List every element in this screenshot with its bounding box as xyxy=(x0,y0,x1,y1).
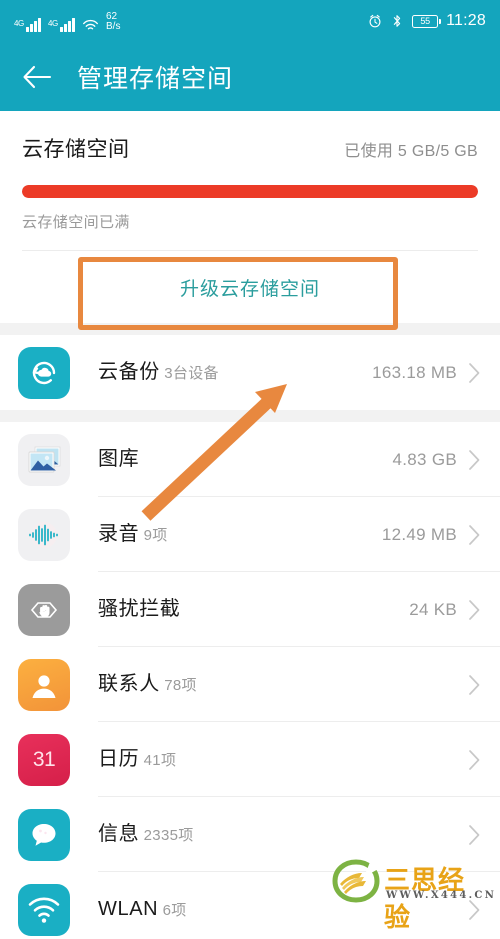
signal-sim2-label: 4G xyxy=(48,19,58,28)
watermark-url: WWW.X444.CN xyxy=(386,890,497,901)
list-item-value: 24 KB xyxy=(409,599,457,619)
list-item-subtitle: 41项 xyxy=(143,752,177,769)
list-item-subtitle: 6项 xyxy=(162,902,187,919)
chevron-right-icon xyxy=(469,824,480,845)
recorder-icon xyxy=(18,508,70,561)
storage-progress-fill xyxy=(22,185,478,198)
watermark-logo-icon xyxy=(332,859,380,903)
status-bar-right: 55 11:28 xyxy=(368,0,486,42)
list-item-value: 4.83 GB xyxy=(392,449,457,469)
list-item-title: 信息 xyxy=(98,823,140,845)
block-icon xyxy=(18,583,70,636)
bluetooth-icon xyxy=(390,14,404,28)
list-item-subtitle: 9项 xyxy=(143,527,168,544)
battery-icon: 55 xyxy=(412,14,442,28)
section-gap-2 xyxy=(0,410,500,422)
wifi-icon xyxy=(82,19,99,32)
list-item-subtitle: 2335项 xyxy=(143,827,194,844)
list-item[interactable]: 31 日历 41项 xyxy=(0,722,500,797)
cloud-backup-icon xyxy=(18,346,70,399)
battery-level: 55 xyxy=(420,16,430,26)
list-item-title: WLAN xyxy=(98,898,159,920)
calendar-icon: 31 xyxy=(18,733,70,786)
list-item-title: 日历 xyxy=(98,748,140,770)
app-bar: 管理存储空间 xyxy=(0,42,500,111)
gallery-icon xyxy=(18,433,70,486)
upgrade-row: 升级云存储空间 xyxy=(0,251,500,323)
alarm-icon xyxy=(368,14,382,28)
list-item-text: 录音 9项 xyxy=(98,523,382,546)
list-item-title: 骚扰拦截 xyxy=(98,598,181,620)
calendar-day-number: 31 xyxy=(32,747,56,771)
chevron-right-icon xyxy=(469,749,480,770)
network-speed: 62 B/s xyxy=(106,12,120,32)
list-item-title: 图库 xyxy=(98,448,140,470)
list-item-text: 云备份 3台设备 xyxy=(98,361,372,384)
list-item-text: 日历 41项 xyxy=(98,748,469,771)
contacts-icon xyxy=(18,658,70,711)
signal-sim1-icon: 4G xyxy=(14,18,41,32)
list-item-subtitle: 78项 xyxy=(164,677,197,694)
status-bar-left: 4G 4G 62 B/s xyxy=(14,0,120,42)
list-item-text: 信息 2335项 xyxy=(98,823,469,846)
signal-sim1-label: 4G xyxy=(14,19,24,28)
chevron-right-icon xyxy=(469,674,480,695)
list-item-value: 12.49 MB xyxy=(381,524,457,544)
list-item-title: 云备份 xyxy=(98,361,160,383)
chevron-right-icon xyxy=(469,524,480,545)
list-item-text: 骚扰拦截 xyxy=(98,598,409,621)
upgrade-storage-button[interactable]: 升级云存储空间 xyxy=(180,274,320,301)
cloud-storage-used: 已使用 5 GB/5 GB xyxy=(344,143,478,160)
cloud-storage-header: 云存储空间 已使用 5 GB/5 GB xyxy=(0,111,500,163)
signal-sim2-icon: 4G xyxy=(48,18,75,32)
list-item-text: 图库 xyxy=(98,448,393,471)
storage-progress-bar xyxy=(22,185,478,198)
list-item[interactable]: 图库 4.83 GB xyxy=(0,422,500,497)
content-scroll[interactable]: 云存储空间 已使用 5 GB/5 GB 云存储空间已满 升级云存储空间 云备份 … xyxy=(0,111,500,939)
wlan-icon xyxy=(18,883,70,936)
cloud-storage-card: 云存储空间 已使用 5 GB/5 GB 云存储空间已满 升级云存储空间 xyxy=(0,111,500,323)
page-title: 管理存储空间 xyxy=(77,64,234,93)
chevron-right-icon xyxy=(469,362,480,383)
list-item-text: 联系人 78项 xyxy=(98,673,469,696)
list-item-title: 录音 xyxy=(98,523,140,545)
section-gap xyxy=(0,323,500,335)
list-item[interactable]: 云备份 3台设备 163.18 MB xyxy=(0,335,500,410)
list-item-value: 163.18 MB xyxy=(372,362,457,382)
storage-full-note: 云存储空间已满 xyxy=(22,214,130,231)
list-item-title: 联系人 xyxy=(98,673,160,695)
status-bar: 4G 4G 62 B/s 55 11:28 xyxy=(0,0,500,42)
network-speed-unit: B/s xyxy=(106,21,121,32)
list-item[interactable]: 骚扰拦截 24 KB xyxy=(0,572,500,647)
list-item[interactable]: 联系人 78项 xyxy=(0,647,500,722)
back-arrow-icon[interactable] xyxy=(22,64,52,90)
list-group-backup: 云备份 3台设备 163.18 MB xyxy=(0,335,500,410)
chevron-right-icon xyxy=(469,449,480,470)
chevron-right-icon xyxy=(469,599,480,620)
messages-icon xyxy=(18,808,70,861)
watermark: 三思经验 WWW.X444.CN xyxy=(330,858,494,933)
clock: 11:28 xyxy=(446,12,486,29)
list-item[interactable]: 录音 9项 12.49 MB xyxy=(0,497,500,572)
phone-screen: 4G 4G 62 B/s 55 11:28 管理存储空间 云存储空间 已使用 5… xyxy=(0,0,500,939)
list-item-subtitle: 3台设备 xyxy=(164,365,219,382)
cloud-storage-title: 云存储空间 xyxy=(22,138,130,161)
